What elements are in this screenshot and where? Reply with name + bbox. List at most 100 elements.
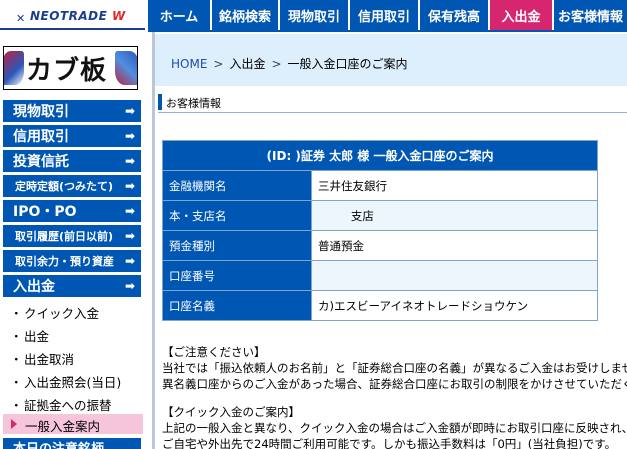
sub-withdraw-cancel[interactable]: ・ 出金取消	[10, 349, 145, 368]
banner-text: カブ板	[26, 56, 108, 86]
nav-spot-trading[interactable]: 現物取引	[280, 0, 350, 30]
table-row: 本・支店名 支店	[162, 200, 598, 231]
header: ✕ NEOTRADE W ホーム 銘柄検索 現物取引 信用取引 保有残高 入出金…	[0, 0, 627, 32]
table-row: 預金種別 普通預金	[162, 230, 598, 261]
sub-label: 入出金照会(当日)	[23, 375, 122, 390]
row-value-account-number	[311, 260, 598, 291]
side-ipo-po[interactable]: IPO・PO ➡	[3, 200, 141, 222]
table-row: 口座番号	[162, 260, 598, 291]
side-deposit-withdraw[interactable]: 入出金 ➡	[3, 275, 141, 297]
table-row: 口座名義 カ)エスビーアイネオトレードショウケン	[162, 290, 598, 321]
arrow-right-icon: ➡	[124, 204, 135, 218]
section-header: お客様情報	[158, 94, 627, 113]
side-investment-trust[interactable]: 投資信託 ➡	[3, 150, 141, 172]
logo-w: W	[112, 9, 126, 23]
side-margin-trading[interactable]: 信用取引 ➡	[3, 125, 141, 147]
side-label: 現物取引	[13, 104, 69, 120]
note-line: 異名義口座からのご入金があった場合、証券総合口座にお取引の制限をかけさせていただ…	[162, 377, 627, 391]
side-trade-history[interactable]: 取引履歴(前日以前) ➡	[3, 225, 141, 247]
side-buying-power[interactable]: 取引余力・預り資産 ➡	[3, 250, 141, 272]
row-value-account-holder: カ)エスビーアイネオトレードショウケン	[311, 290, 598, 321]
breadcrumb-separator: >	[213, 57, 224, 71]
sub-label: 証拠金への振替	[23, 398, 112, 413]
note-title: 【クイック入金のご案内】	[162, 405, 300, 419]
sub-general-deposit-info[interactable]: 一般入金案内	[3, 414, 143, 434]
banner-deco-right	[115, 51, 137, 85]
table-row: 金融機関名 三井住友銀行	[162, 170, 598, 201]
arrow-right-icon: ➡	[124, 104, 135, 118]
row-value-bank: 三井住友銀行	[311, 170, 598, 201]
breadcrumb-deposit[interactable]: 入出金	[229, 57, 265, 71]
bullet-icon: ・	[10, 398, 23, 413]
arrow-right-icon: ➡	[124, 279, 135, 293]
side-label: 定時定額(つみたて)	[15, 180, 114, 193]
nav-stock-search[interactable]: 銘柄検索	[212, 0, 280, 30]
section-underline	[158, 112, 627, 113]
sidebar: カブ板 現物取引 ➡ 信用取引 ➡ 投資信託 ➡ 定時定額(つみたて) ➡ IPO・PO…	[0, 32, 152, 449]
nav-customer-info[interactable]: お客様情報	[554, 0, 627, 30]
table-header-row: (ID: )証券 太郎 様 一般入金口座のご案内	[162, 140, 598, 171]
logo-mark-icon: ✕	[16, 12, 26, 25]
side-spot-trading[interactable]: 現物取引 ➡	[3, 100, 141, 122]
arrow-right-icon: ➡	[124, 179, 135, 193]
arrow-right-icon: ➡	[124, 254, 135, 268]
breadcrumb: HOME > 入出金 > 一般入金口座のご案内	[171, 55, 408, 72]
section-marker	[158, 94, 162, 110]
triangle-right-icon	[11, 419, 17, 429]
side-fixed-amount[interactable]: 定時定額(つみたて) ➡	[3, 175, 141, 197]
row-label-account-holder: 口座名義	[162, 290, 312, 321]
row-value-account-type: 普通預金	[311, 230, 598, 261]
side-label: 取引履歴(前日以前)	[15, 230, 114, 243]
section-title: お客様情報	[166, 97, 221, 110]
arrow-right-icon: ➡	[124, 154, 135, 168]
bullet-icon: ・	[10, 375, 23, 390]
sub-quick-deposit[interactable]: ・ クイック入金	[10, 303, 145, 322]
breadcrumb-current: 一般入金口座のご案内	[287, 57, 408, 71]
header-divider	[0, 28, 145, 30]
note-caution: 【ご注意ください】 当社では「振込依頼人のお名前」と「証券総合口座の名義」が異な…	[162, 344, 627, 392]
arrow-right-icon: ➡	[124, 229, 135, 243]
kabu-ita-banner[interactable]: カブ板	[3, 46, 138, 90]
note-line: ご自宅や外出先で24時間ご利用可能です。しかも振込手数料は「0円」(当社負担)で…	[162, 437, 617, 449]
side-label: 投資信託	[13, 154, 69, 170]
nav-holdings[interactable]: 保有残高	[420, 0, 490, 30]
deposit-account-table: (ID: )証券 太郎 様 一般入金口座のご案内 金融機関名 三井住友銀行 本・…	[162, 140, 598, 321]
row-label-branch: 本・支店名	[162, 200, 312, 231]
row-label-account-number: 口座番号	[162, 260, 312, 291]
side-label: IPO・PO	[13, 204, 77, 220]
sub-label: クイック入金	[23, 306, 99, 321]
note-quick-deposit: 【クイック入金のご案内】 上記の一般入金と異なり、クイック入金の場合はご入金額が…	[162, 404, 627, 449]
banner-deco-left	[4, 51, 24, 85]
nav-home[interactable]: ホーム	[148, 0, 212, 30]
row-label-bank: 金融機関名	[162, 170, 312, 201]
bullet-icon: ・	[10, 306, 23, 321]
sub-margin-transfer[interactable]: ・ 証拠金への振替	[10, 395, 145, 414]
note-line: 当社では「振込依頼人のお名前」と「証券総合口座の名義」が異なるご入金はお受けしま…	[162, 361, 627, 375]
logo-text: NEOTRADE	[30, 9, 108, 23]
global-nav: ホーム 銘柄検索 現物取引 信用取引 保有残高 入出金 お客様情報	[148, 0, 627, 30]
note-title: 【ご注意ください】	[162, 345, 266, 359]
row-value-branch: 支店	[311, 200, 598, 231]
table-title: (ID: )証券 太郎 様 一般入金口座のご案内	[162, 140, 598, 171]
sub-label: 一般入金案内	[25, 419, 101, 434]
side-label: 入出金	[13, 279, 55, 295]
neotrade-logo[interactable]: ✕ NEOTRADE W	[8, 9, 143, 25]
arrow-right-icon: ➡	[124, 129, 135, 143]
sub-deposit-inquiry[interactable]: ・ 入出金照会(当日)	[10, 372, 145, 391]
breadcrumb-bar: HOME > 入出金 > 一般入金口座のご案内	[155, 34, 627, 86]
sub-withdraw[interactable]: ・ 出金	[10, 326, 145, 345]
row-label-account-type: 預金種別	[162, 230, 312, 261]
note-line: 上記の一般入金と異なり、クイック入金の場合はご入金額が即時にお取引口座に反映され…	[162, 421, 627, 435]
side-caution-stocks[interactable]: 本日の注意銘柄	[3, 438, 141, 449]
bullet-icon: ・	[10, 352, 23, 367]
nav-margin-trading[interactable]: 信用取引	[350, 0, 420, 30]
breadcrumb-home-link[interactable]: HOME	[171, 57, 207, 71]
sub-label: 出金	[23, 329, 49, 344]
nav-deposit-withdraw[interactable]: 入出金	[490, 0, 554, 30]
breadcrumb-separator: >	[271, 57, 282, 71]
side-label: 信用取引	[13, 129, 69, 145]
notes: 【ご注意ください】 当社では「振込依頼人のお名前」と「証券総合口座の名義」が異な…	[162, 344, 627, 449]
main-content: HOME > 入出金 > 一般入金口座のご案内 お客様情報 (ID: )証券 太郎 様 …	[155, 32, 627, 449]
sub-label: 出金取消	[23, 352, 74, 367]
bullet-icon: ・	[10, 329, 23, 344]
